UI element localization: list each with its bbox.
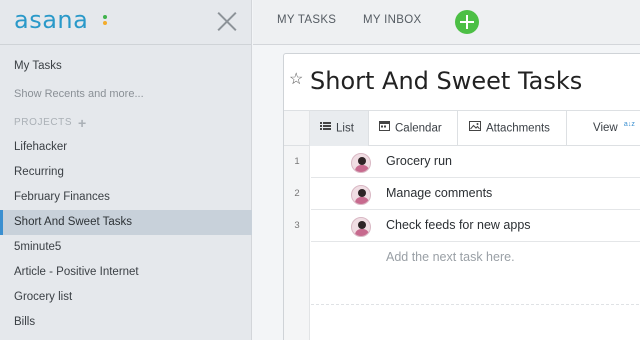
logo-bar: asana xyxy=(0,0,251,45)
avatar[interactable] xyxy=(351,185,371,205)
sidebar-item-project[interactable]: Article - Positive Internet xyxy=(0,260,252,285)
task-name[interactable]: Check feeds for new apps xyxy=(386,218,531,232)
star-icon[interactable]: ☆ xyxy=(289,69,303,89)
row-number: 3 xyxy=(294,220,300,231)
sidebar-item-project[interactable]: 5minute5 xyxy=(0,235,252,260)
gutter-header xyxy=(284,110,310,146)
task-row[interactable]: Manage comments xyxy=(311,178,640,210)
image-icon xyxy=(469,111,481,146)
add-task-button[interactable] xyxy=(455,10,479,34)
sidebar-item-show-recents[interactable]: Show Recents and more... xyxy=(0,82,252,107)
sort-icon: a↓z xyxy=(623,121,635,128)
logo-dots-icon xyxy=(103,15,107,29)
page-title[interactable]: Short And Sweet Tasks xyxy=(310,67,582,95)
asana-logo[interactable]: asana xyxy=(14,6,88,34)
sidebar-item-project[interactable]: Lifehacker xyxy=(0,135,252,160)
list-icon xyxy=(320,111,331,146)
tab-calendar[interactable]: Calendar xyxy=(369,111,458,146)
avatar[interactable] xyxy=(351,217,371,237)
task-name[interactable]: Grocery run xyxy=(386,154,452,168)
sidebar-item-project-active[interactable]: Short And Sweet Tasks xyxy=(0,210,252,235)
new-task-input[interactable]: Add the next task here. xyxy=(386,250,515,264)
logo-dot xyxy=(103,15,107,19)
my-tasks-link[interactable]: MY TASKS xyxy=(277,14,336,26)
calendar-icon xyxy=(379,111,390,146)
sidebar: asana My Tasks Show Recents and more... … xyxy=(0,0,252,340)
task-row[interactable]: Check feeds for new apps xyxy=(311,210,640,242)
view-tabs: List Calendar Attachments View a↓z xyxy=(310,110,640,146)
tab-label: List xyxy=(336,122,354,135)
sidebar-item-my-tasks[interactable]: My Tasks xyxy=(0,54,252,79)
tab-label: View xyxy=(593,122,618,134)
task-name[interactable]: Manage comments xyxy=(386,186,492,200)
logo-dot xyxy=(103,21,107,25)
add-project-icon[interactable]: + xyxy=(78,115,86,131)
divider xyxy=(311,304,640,305)
row-number: 2 xyxy=(294,188,300,199)
task-row[interactable]: Grocery run xyxy=(311,146,640,178)
tab-view[interactable]: View a↓z xyxy=(567,111,640,146)
sidebar-item-project[interactable]: Bills xyxy=(0,310,252,335)
projects-heading: PROJECTS xyxy=(14,117,73,128)
tab-attachments[interactable]: Attachments xyxy=(458,111,567,146)
avatar[interactable] xyxy=(351,153,371,173)
tab-label: Calendar xyxy=(395,122,442,135)
project-panel: ☆ Short And Sweet Tasks List Calendar At… xyxy=(283,53,640,340)
top-bar: MY TASKS MY INBOX xyxy=(253,0,640,45)
my-inbox-link[interactable]: MY INBOX xyxy=(363,14,421,26)
tab-list[interactable]: List xyxy=(310,111,369,146)
sidebar-item-project[interactable]: February Finances xyxy=(0,185,252,210)
sidebar-item-project[interactable]: Grocery list xyxy=(0,285,252,310)
close-sidebar-icon[interactable] xyxy=(217,11,237,31)
tab-label: Attachments xyxy=(486,122,550,135)
sidebar-item-project[interactable]: Recurring xyxy=(0,160,252,185)
row-number: 1 xyxy=(294,156,300,167)
row-gutter: 1 2 3 xyxy=(284,146,310,340)
